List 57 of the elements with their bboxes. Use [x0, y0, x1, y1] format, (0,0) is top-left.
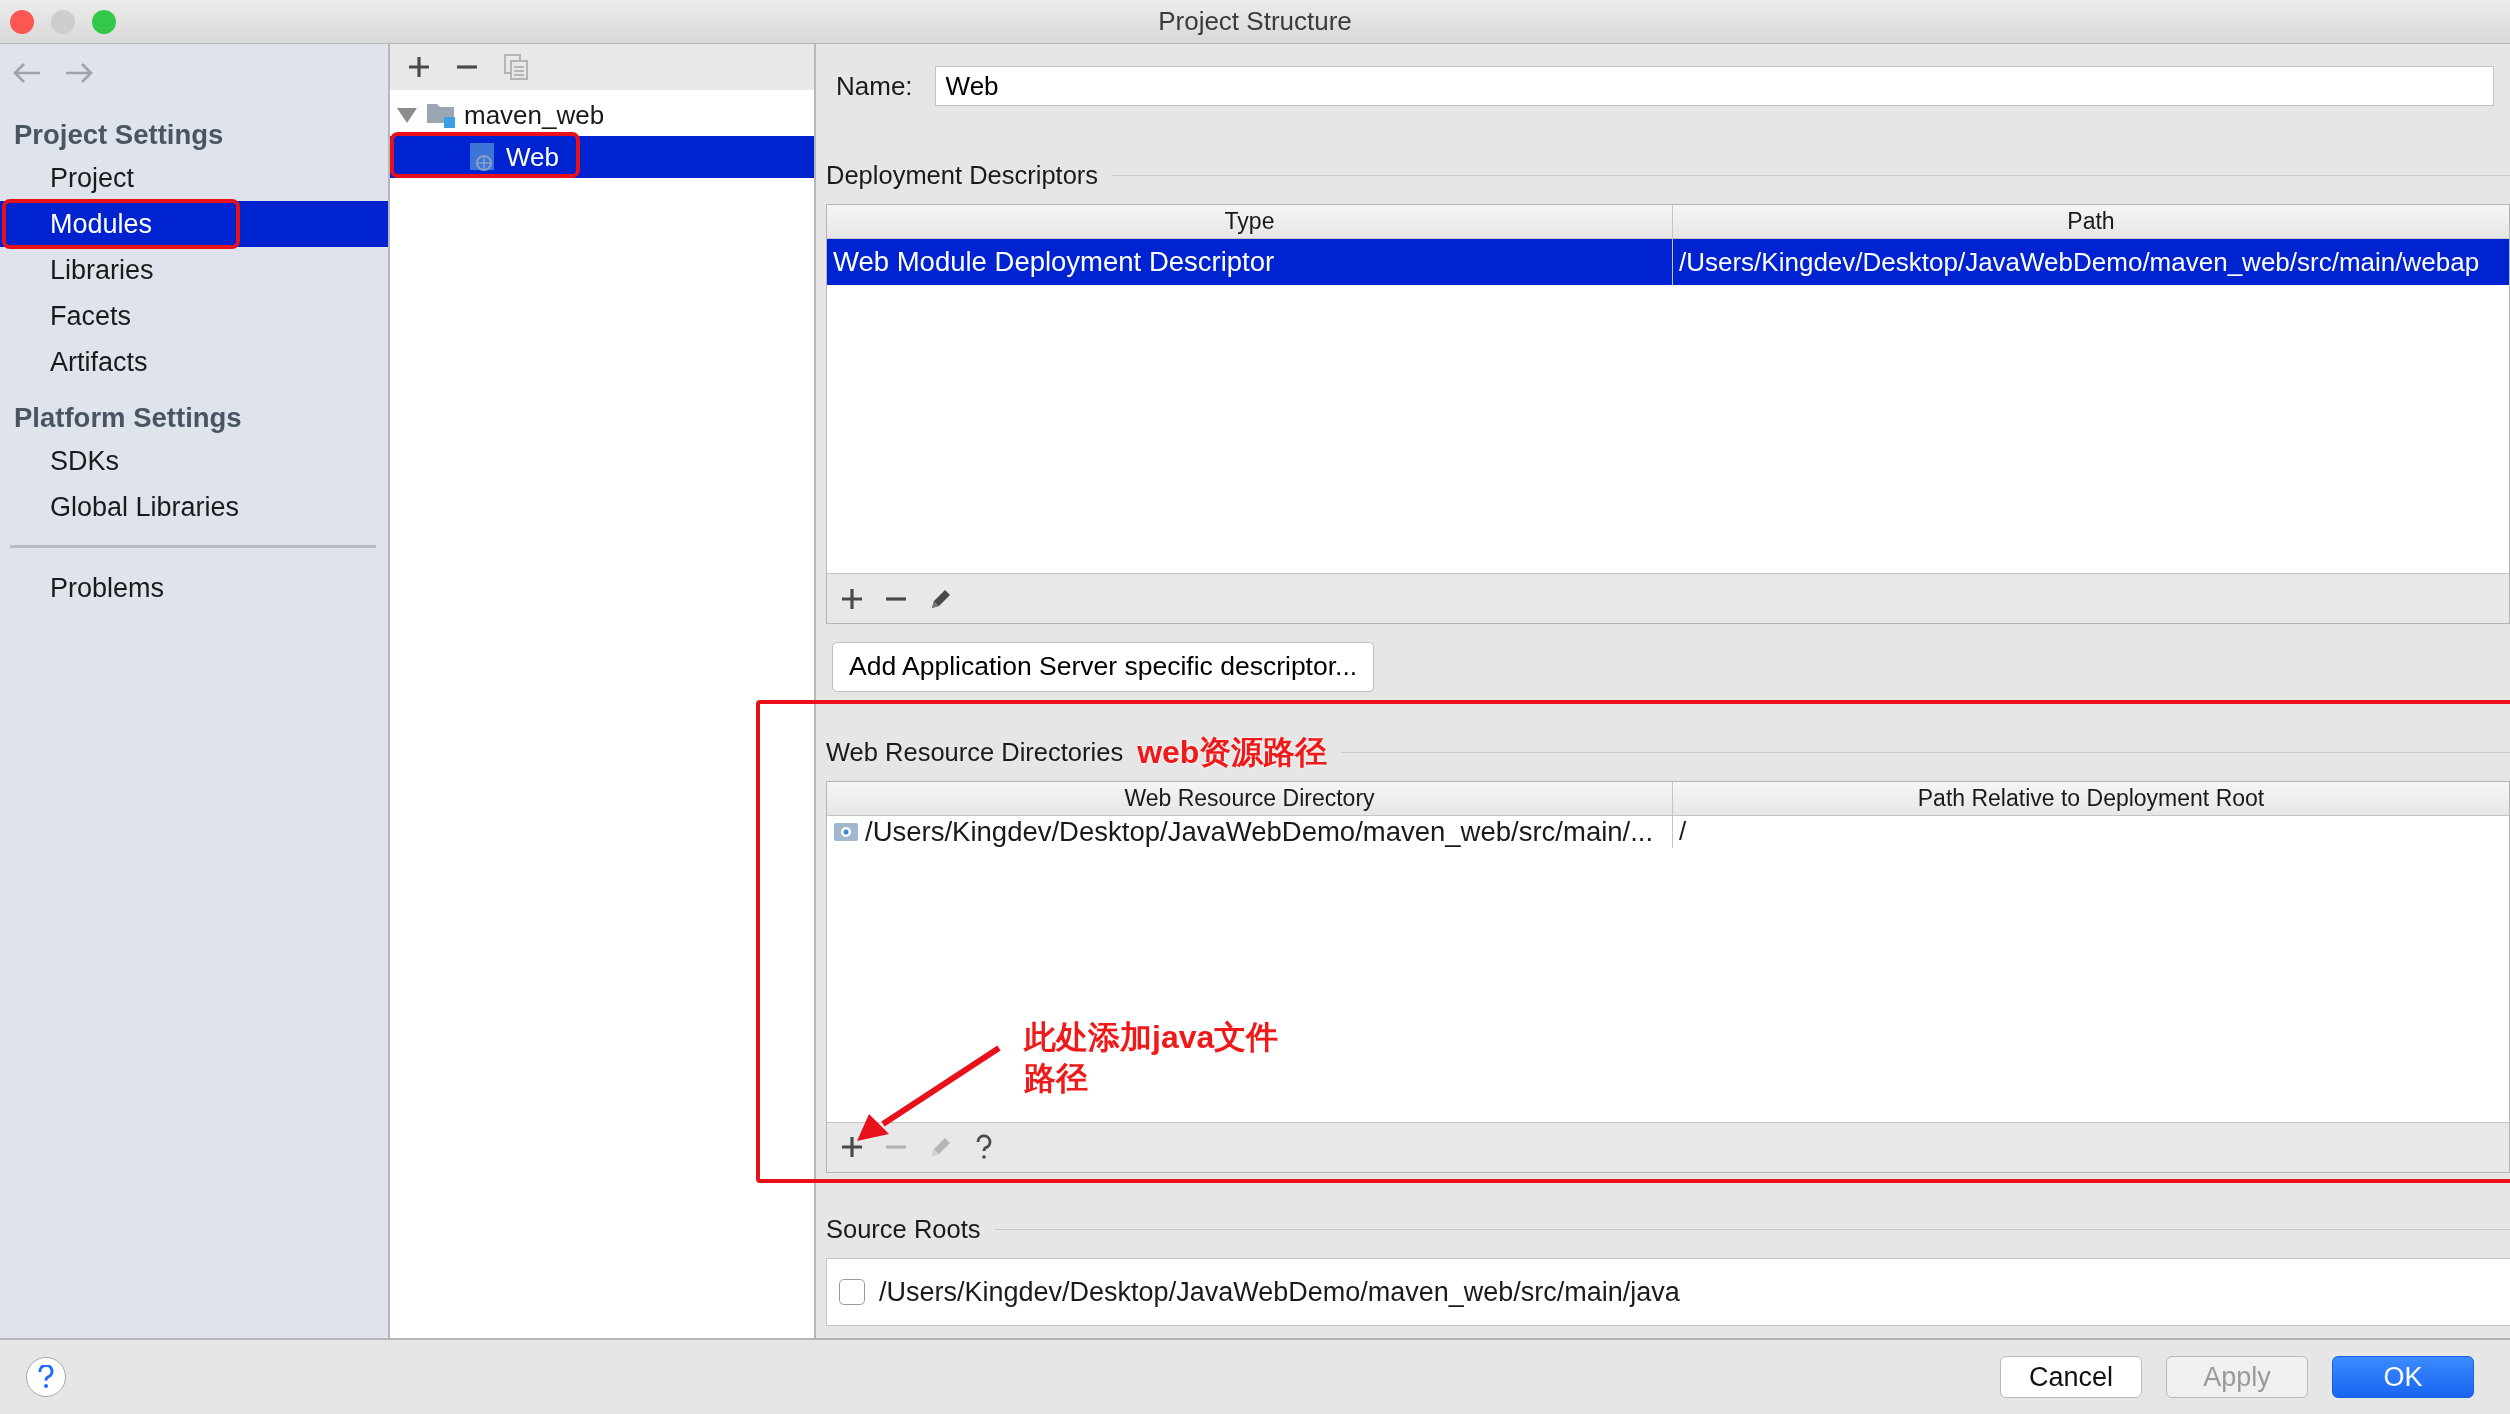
sidebar-item[interactable]: Artifacts: [0, 339, 388, 386]
zoom-button[interactable]: [92, 10, 116, 34]
table-row[interactable]: /Users/Kingdev/Desktop/JavaWebDemo/maven_web/src/main/... /: [827, 815, 2509, 848]
column-header[interactable]: Type: [827, 205, 1673, 238]
folder-icon: [426, 101, 456, 129]
annotation-note: 此处添加java文件: [1024, 1017, 1279, 1057]
copy-icon: [504, 54, 528, 80]
dialog-button[interactable]: Cancel: [2000, 1356, 2142, 1398]
add-icon: [408, 56, 430, 78]
sidebar-item[interactable]: Project: [0, 155, 388, 202]
section-title: Web Resource Directories: [826, 737, 1124, 769]
add-button[interactable]: [406, 54, 432, 80]
sidebar-item[interactable]: Problems: [0, 565, 388, 612]
table-row[interactable]: Web Module Deployment Descriptor /Users/Kingdev/Desktop/JavaWebDemo/maven_web/src/main/webap: [827, 239, 2509, 285]
source-root-path: /Users/Kingdev/Desktop/JavaWebDemo/maven_web/src/main/java: [879, 1275, 1680, 1309]
add-icon: [841, 587, 863, 610]
window-title: Project Structure: [1158, 5, 1352, 38]
section-heading: Platform Settings: [13, 401, 243, 436]
name-label: Name:: [836, 69, 913, 103]
name-field[interactable]: Web: [934, 66, 2494, 106]
tree-label: maven_web: [464, 98, 605, 132]
sidebar-item[interactable]: Modules: [0, 201, 388, 248]
section-title: Source Roots: [826, 1214, 981, 1246]
remove-icon: [456, 65, 478, 69]
annotation-note: 路径: [1024, 1059, 1088, 1099]
section-heading: Project Settings: [13, 118, 225, 152]
table-cell-text: /: [1679, 815, 1687, 849]
table-cell-text: Web Module Deployment Descriptor: [833, 245, 1275, 280]
tree-item[interactable]: maven_web: [390, 94, 814, 136]
close-button[interactable]: [10, 10, 34, 34]
add-descriptor-button[interactable]: Add Application Server specific descriptor...: [832, 642, 1375, 692]
sidebar-item[interactable]: Global Libraries: [0, 484, 388, 531]
folder-icon: [833, 820, 859, 843]
remove-button[interactable]: [454, 63, 480, 71]
column-header[interactable]: Path Relative to Deployment Root: [1673, 781, 2509, 815]
dialog-button[interactable]: OK: [2332, 1356, 2474, 1398]
table-cell-text: /Users/Kingdev/Desktop/JavaWebDemo/maven_web/src/main/webap: [1679, 245, 2480, 279]
add-icon: [841, 1136, 863, 1159]
help-icon: [975, 1134, 993, 1161]
expand-arrow-icon[interactable]: [396, 106, 418, 124]
help-button[interactable]: [26, 1357, 66, 1397]
sidebar-item[interactable]: Facets: [0, 293, 388, 340]
column-header[interactable]: Web Resource Directory: [827, 781, 1673, 815]
checkbox[interactable]: [839, 1278, 865, 1305]
remove-button[interactable]: [883, 594, 909, 603]
remove-icon: [885, 1145, 907, 1150]
table-cell-text: /Users/Kingdev/Desktop/JavaWebDemo/maven_web/src/main/...: [865, 815, 1654, 850]
column-header[interactable]: Path: [1673, 205, 2509, 238]
back-arrow-icon: [12, 62, 42, 84]
section-title: Deployment Descriptors: [826, 160, 1099, 192]
help-icon: [38, 1365, 54, 1389]
sidebar-item[interactable]: Libraries: [0, 247, 388, 294]
annotation-label: web资源路径: [1137, 733, 1328, 773]
forward-arrow-icon: [64, 62, 94, 84]
remove-icon: [885, 596, 907, 601]
tree-label: Web: [506, 140, 559, 174]
sidebar-item[interactable]: SDKs: [0, 438, 388, 485]
